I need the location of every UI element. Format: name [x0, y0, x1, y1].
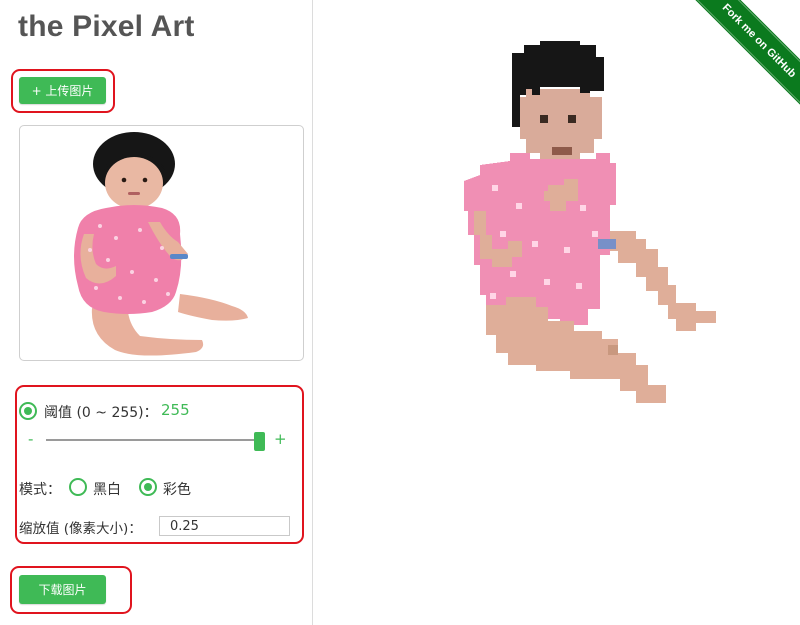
- panel-divider: [312, 0, 313, 625]
- threshold-slider-track[interactable]: [46, 439, 264, 441]
- mode-bw-radio[interactable]: [69, 478, 87, 496]
- threshold-max-symbol: +: [274, 430, 287, 448]
- scale-input[interactable]: [159, 516, 290, 536]
- download-image-button[interactable]: 下载图片: [19, 575, 106, 604]
- mode-label: 模式：: [19, 482, 61, 498]
- threshold-label: 阈值 (0 ~ 255)：: [44, 405, 158, 421]
- control-sidebar: the Pixel Art + 上传图片 阈值 (0 ~ 255)： 255 -…: [0, 0, 313, 625]
- threshold-slider-fill: [46, 439, 254, 441]
- mode-color-label[interactable]: 彩色: [163, 479, 191, 499]
- threshold-min-symbol: -: [28, 430, 34, 448]
- original-image-preview: [19, 125, 304, 361]
- mode-bw-label[interactable]: 黑白: [93, 479, 121, 499]
- app-title: the Pixel Art: [18, 10, 195, 43]
- threshold-slider-thumb[interactable]: [253, 432, 265, 451]
- mode-color-radio[interactable]: [139, 478, 157, 496]
- scale-label: 缩放值 (像素大小)：: [19, 521, 142, 537]
- upload-image-button[interactable]: + 上传图片: [19, 77, 106, 104]
- original-photo: [74, 132, 248, 356]
- fork-on-github-ribbon[interactable]: Fork me on GitHub: [688, 0, 800, 112]
- threshold-enable-radio[interactable]: [19, 402, 37, 420]
- threshold-value: 255: [161, 401, 190, 419]
- github-ribbon-container: Fork me on GitHub: [680, 0, 800, 120]
